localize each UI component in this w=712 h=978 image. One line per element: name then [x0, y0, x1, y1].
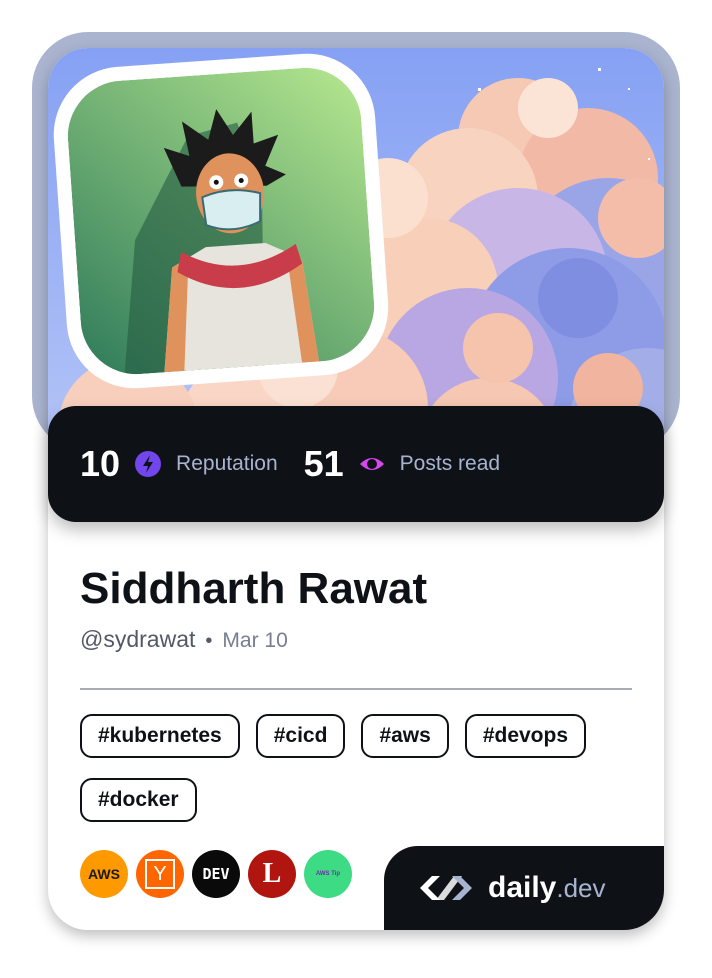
hacker-news-source-label: Y: [145, 859, 175, 889]
daily-dev-brand: daily.dev: [384, 846, 664, 930]
hacker-news-source-icon[interactable]: Y: [136, 850, 184, 898]
tag-chip[interactable]: #aws: [361, 714, 449, 758]
tag-chip[interactable]: #docker: [80, 778, 197, 822]
profile-meta: @sydrawat • Mar 10: [80, 626, 288, 653]
eye-icon: [359, 458, 384, 470]
divider: [80, 688, 632, 690]
reputation-label: Reputation: [176, 452, 278, 475]
tag-list: #kubernetes #cicd #aws #devops #docker: [80, 714, 640, 842]
tag-chip[interactable]: #cicd: [255, 714, 346, 758]
stats-bar: 10 Reputation 51 Posts read: [48, 406, 664, 522]
posts-read-label: Posts read: [399, 452, 501, 475]
brand-tld: .dev: [556, 873, 606, 903]
avatar: [64, 64, 378, 378]
meta-separator: •: [205, 630, 213, 652]
reputation-stat: 10 Reputation: [80, 443, 278, 485]
l-source-label: L: [262, 858, 282, 889]
lightning-icon: [135, 451, 162, 477]
daily-dev-logo-icon: [420, 876, 472, 900]
profile-name: Siddharth Rawat: [80, 564, 428, 613]
dev-to-source-icon[interactable]: DEV: [192, 850, 240, 898]
reputation-value: 10: [80, 443, 121, 484]
aws-tip-source-icon[interactable]: AWS Tip: [304, 850, 352, 898]
brand-name: daily.dev: [488, 871, 606, 904]
joined-date: Mar 10: [222, 629, 288, 652]
tag-chip[interactable]: #kubernetes: [80, 714, 240, 758]
aws-source-icon[interactable]: AWS: [80, 850, 128, 898]
posts-read-stat: 51 Posts read: [304, 443, 500, 485]
profile-handle: @sydrawat: [80, 626, 196, 652]
l-source-icon[interactable]: L: [248, 850, 296, 898]
aws-source-label: AWS: [88, 866, 120, 882]
tag-chip[interactable]: #devops: [464, 714, 587, 758]
source-list: AWS Y DEV L AWS Tip: [80, 850, 360, 898]
posts-read-value: 51: [303, 443, 344, 484]
dev-to-source-label: DEV: [202, 865, 230, 883]
aws-tip-source-label: AWS Tip: [315, 871, 341, 877]
avatar-frame: [49, 49, 393, 393]
